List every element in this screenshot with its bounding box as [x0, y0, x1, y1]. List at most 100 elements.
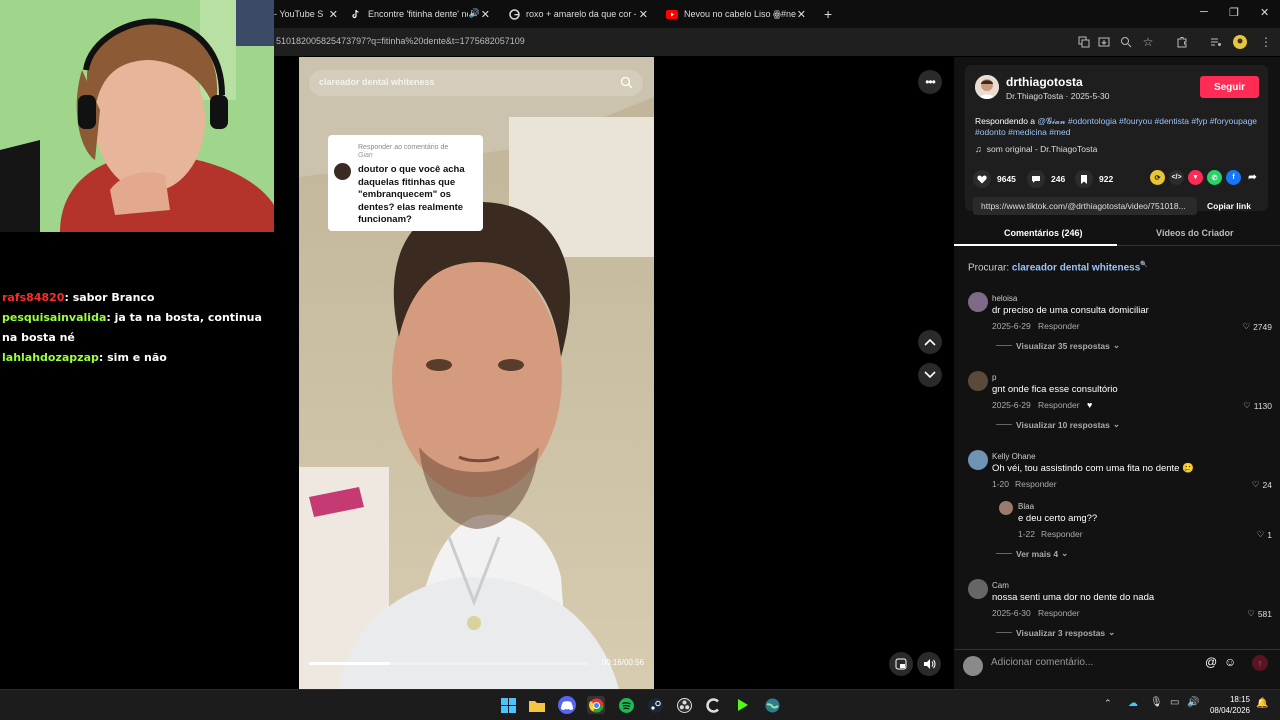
ccleaner-icon[interactable]	[704, 696, 722, 714]
tab-creator-videos[interactable]: Vídeos do Criador	[1156, 228, 1234, 238]
tab-google[interactable]: roxo + amarelo da que cor - Pe ✕	[508, 0, 652, 28]
reply-button[interactable]: Responder	[1015, 479, 1057, 489]
send-icon[interactable]: ▼	[1188, 170, 1203, 185]
share-arrow-icon[interactable]: ➦	[1245, 170, 1260, 185]
steam-icon[interactable]	[646, 696, 664, 714]
comment-like-button[interactable]: ♡ 1	[1257, 529, 1272, 540]
creator-handle[interactable]: drthiagotosta	[1006, 75, 1083, 89]
avatar[interactable]	[975, 75, 999, 99]
more-options-button[interactable]: •••	[918, 70, 942, 94]
view-replies-button[interactable]: Visualizar 10 respostas ⌄	[996, 419, 1120, 430]
network-icon[interactable]: ▭	[1170, 697, 1179, 708]
mention-link[interactable]: @𝓖𝓲𝓪𝓷	[1037, 116, 1065, 126]
speaker-icon[interactable]: 🔊	[469, 8, 480, 19]
restore-icon[interactable]: ❐	[1229, 6, 1239, 19]
embed-icon[interactable]: </>	[1169, 170, 1184, 185]
close-icon[interactable]: ✕	[797, 8, 806, 21]
video-link-field[interactable]: https://www.tiktok.com/@drthiagotosta/vi…	[973, 197, 1197, 215]
comment-like-button[interactable]: ♡ 2749	[1242, 321, 1272, 332]
profile-avatar[interactable]	[1232, 34, 1248, 50]
avatar[interactable]	[968, 371, 988, 391]
comment-author[interactable]: Blaa	[1018, 502, 1034, 511]
extensions-icon[interactable]	[1174, 34, 1190, 50]
discord-icon[interactable]	[558, 696, 576, 714]
volume-icon[interactable]: 🔊	[1187, 697, 1199, 708]
sound-link[interactable]: ♫ som original - Dr.ThiagoTosta	[975, 144, 1097, 154]
reply-button[interactable]: Responder	[1038, 608, 1080, 618]
comment-like-button[interactable]: ♡ 1130	[1243, 400, 1272, 411]
comment-text: e deu certo amg??	[1018, 513, 1098, 524]
avatar[interactable]	[968, 579, 988, 599]
menu-icon[interactable]: ⋮	[1258, 34, 1274, 50]
post-comment-button[interactable]: ↑	[1252, 655, 1268, 671]
minimize-icon[interactable]: ─	[1200, 6, 1208, 18]
view-replies-button[interactable]: Visualizar 3 respostas ⌄	[996, 627, 1115, 638]
video-progress-bar[interactable]	[309, 662, 589, 665]
see-more-replies-button[interactable]: Ver mais 4 ⌄	[996, 548, 1068, 559]
close-icon[interactable]: ✕	[481, 8, 490, 21]
onedrive-icon[interactable]: ☁	[1128, 698, 1138, 709]
comment-author[interactable]: p	[992, 373, 996, 382]
search-icon[interactable]	[620, 76, 633, 89]
close-icon[interactable]: ✕	[639, 8, 648, 21]
avatar[interactable]	[968, 450, 988, 470]
install-app-icon[interactable]	[1096, 34, 1112, 50]
comment-input[interactable]: Adicionar comentário...	[991, 657, 1093, 668]
whatsapp-icon[interactable]: ✆	[1207, 170, 1222, 185]
search-bar[interactable]: clareador dental whiteness	[309, 70, 643, 96]
close-icon[interactable]: ✕	[329, 8, 338, 21]
microphone-icon[interactable]: 🎙	[1150, 697, 1163, 708]
heart-outline-icon: ♡	[1247, 608, 1255, 618]
comment-button[interactable]: 246	[1027, 170, 1065, 188]
close-window-icon[interactable]: ✕	[1260, 6, 1269, 19]
reply-button[interactable]: Responder	[1038, 321, 1080, 331]
notification-bell-icon[interactable]: 🔔	[1256, 698, 1268, 709]
mention-icon[interactable]: @	[1205, 655, 1217, 669]
tray-overflow-icon[interactable]: ⌃	[1104, 698, 1112, 709]
comment-author[interactable]: heloisa	[992, 294, 1017, 303]
creator-card: drthiagotosta Dr.ThiagoTosta · 2025-5-30…	[965, 65, 1268, 211]
comment-like-button[interactable]: ♡ 581	[1247, 608, 1272, 619]
view-replies-button[interactable]: Visualizar 35 respostas ⌄	[996, 340, 1120, 351]
video-player[interactable]: clareador dental whiteness Responder ao …	[299, 57, 654, 689]
windows-start-icon[interactable]	[499, 696, 517, 714]
copy-link-button[interactable]: Copiar link	[1197, 197, 1261, 215]
app-icon[interactable]	[734, 696, 752, 714]
comment-like-button[interactable]: ♡ 24	[1252, 479, 1272, 490]
tab-comments[interactable]: Comentários (246)	[1004, 228, 1083, 238]
avatar[interactable]	[968, 292, 988, 312]
tab-youtube[interactable]: - YouTube S ✕	[274, 0, 344, 28]
like-button[interactable]: 9645	[973, 170, 1016, 188]
zoom-icon[interactable]	[1118, 34, 1134, 50]
next-video-button[interactable]	[918, 363, 942, 387]
tab-tiktok[interactable]: Encontre 'fitinha dente' no 🔊 ✕	[350, 0, 494, 28]
spotify-icon[interactable]	[617, 696, 635, 714]
reply-button[interactable]: Responder	[1041, 529, 1083, 539]
file-explorer-icon[interactable]	[528, 696, 546, 714]
save-button[interactable]: 922	[1075, 170, 1113, 188]
media-control-icon[interactable]	[1208, 34, 1224, 50]
new-tab-button[interactable]: +	[824, 0, 840, 28]
search-suggestion[interactable]: Procurar: clareador dental whiteness🔍	[968, 261, 1148, 273]
comment-author[interactable]: Cam	[992, 581, 1009, 590]
repost-icon[interactable]: ⟳	[1150, 170, 1165, 185]
obs-icon[interactable]	[675, 696, 693, 714]
miniplayer-button[interactable]	[889, 652, 913, 676]
volume-button[interactable]	[917, 652, 941, 676]
translate-icon[interactable]	[1076, 34, 1092, 50]
globe-app-icon[interactable]	[763, 696, 781, 714]
follow-button[interactable]: Seguir	[1200, 76, 1259, 98]
emoji-icon[interactable]: ☺	[1224, 655, 1236, 669]
system-clock[interactable]: 18:15 08/04/2026	[1204, 694, 1250, 716]
view-replies-label: Visualizar 35 respostas	[1016, 340, 1110, 351]
reply-button[interactable]: Responder	[1038, 400, 1080, 410]
bookmark-star-icon[interactable]: ☆	[1140, 34, 1156, 50]
tab-youtube-2[interactable]: Nevou no cabelo Liso ꙮ#ne ✕	[666, 0, 810, 28]
comment-author[interactable]: Kelly Ohane	[992, 452, 1036, 461]
avatar[interactable]	[999, 501, 1013, 515]
chrome-icon[interactable]	[587, 696, 605, 714]
url-field[interactable]: 510182005825473797?q=fitinha%20dente&t=1…	[276, 36, 525, 46]
clock-date: 08/04/2026	[1209, 706, 1250, 715]
previous-video-button[interactable]	[918, 330, 942, 354]
facebook-icon[interactable]: f	[1226, 170, 1241, 185]
